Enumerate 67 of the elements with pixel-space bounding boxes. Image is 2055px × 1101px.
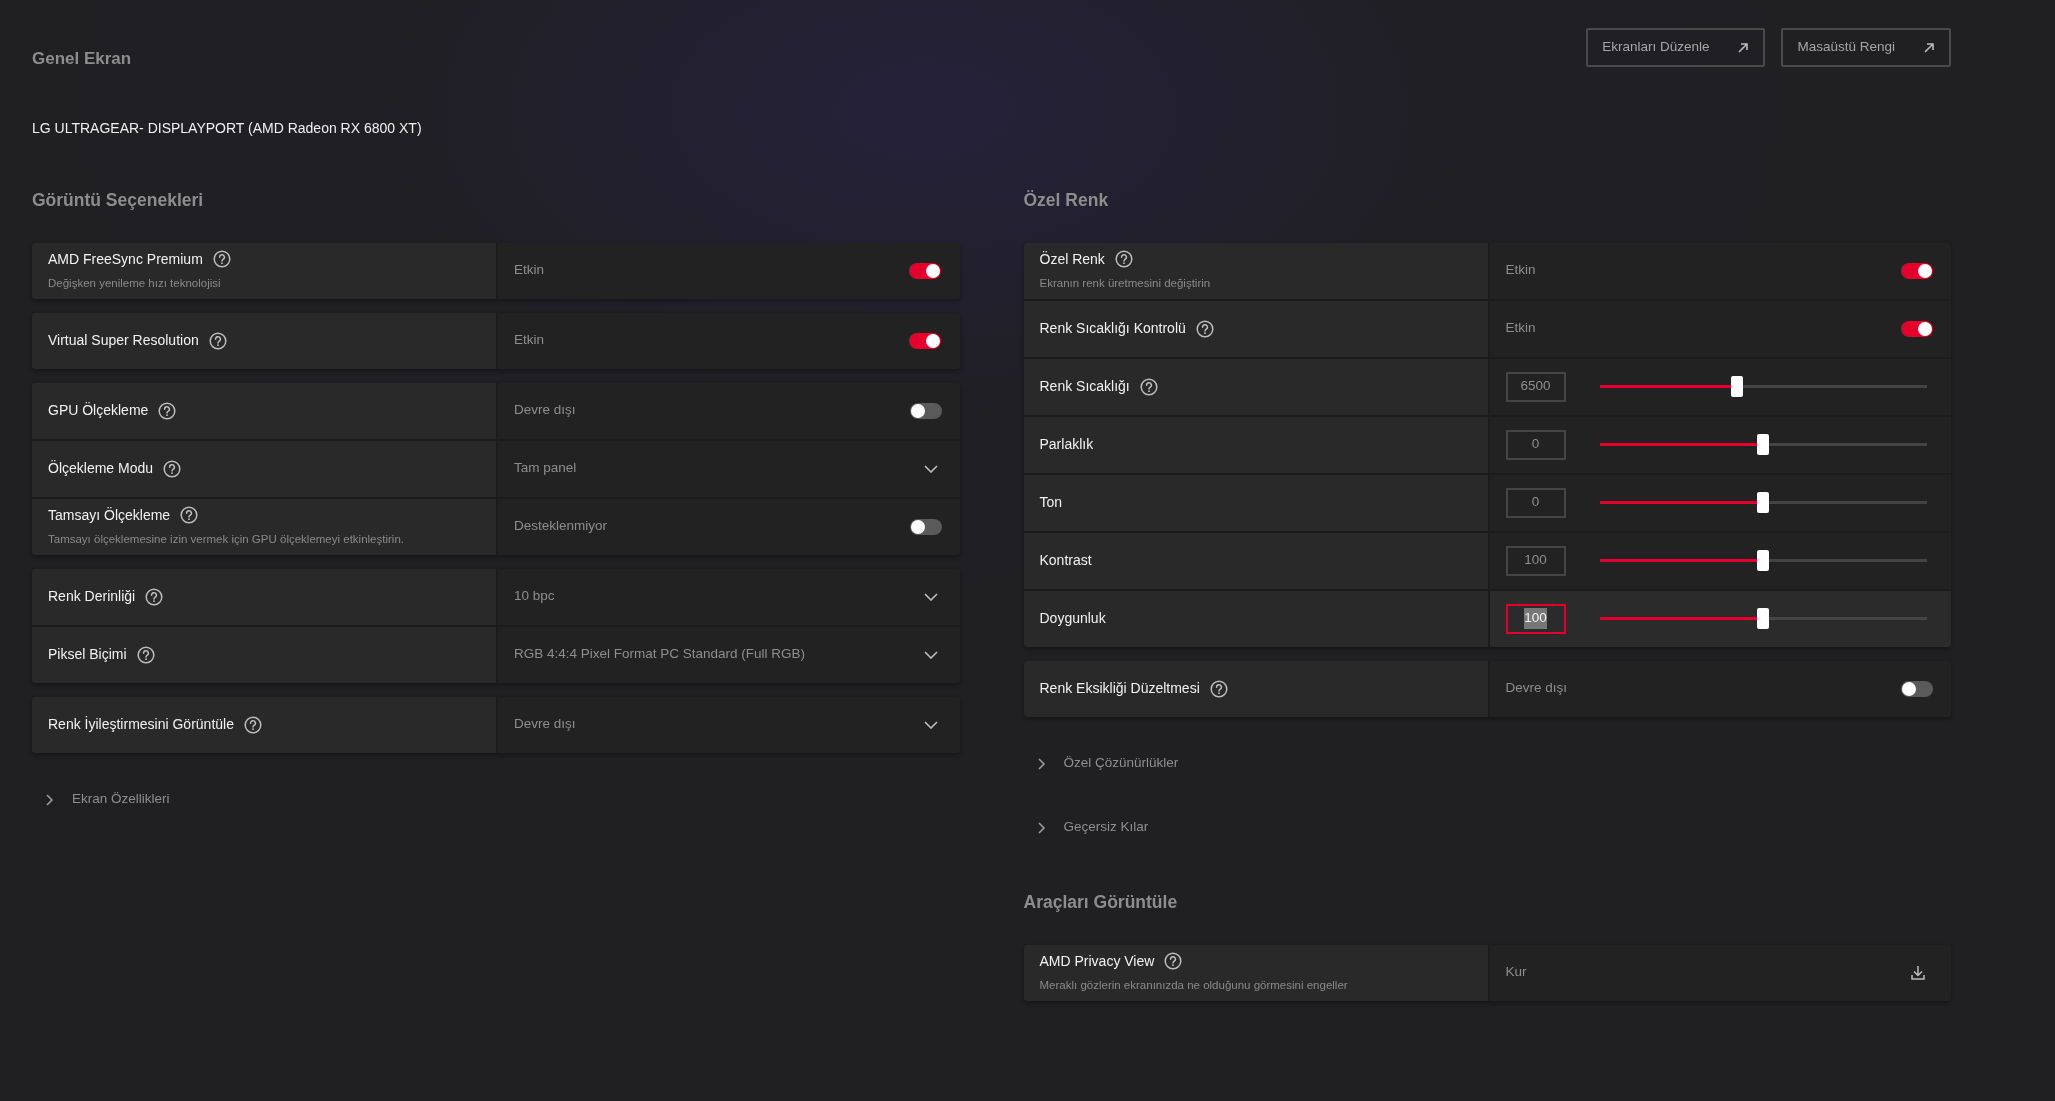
setting-label: Özel Renk (1039, 249, 1105, 269)
setting-label: Renk Sıcaklığı (1039, 377, 1130, 396)
setting-label: Doygunluk (1039, 609, 1106, 628)
external-link-button[interactable]: Masaüstü Rengi (1781, 28, 1951, 67)
setting-value: Devre dışı (514, 401, 576, 420)
slider-thumb[interactable] (1757, 608, 1770, 629)
chevron-down-icon (923, 650, 938, 659)
expander-toggle[interactable]: Geçersiz Kılar (1063, 817, 1149, 838)
setting-label: Renk Derinliği (48, 587, 136, 606)
setting-label: Ton (1039, 493, 1063, 512)
section-title: Araçları Görüntüle (1023, 890, 1179, 914)
toggle-switch[interactable] (909, 262, 942, 279)
setting-label: Virtual Super Resolution (48, 331, 199, 350)
setting-value: Devre dışı (1505, 679, 1568, 698)
toggle-switch[interactable] (909, 332, 942, 349)
setting-label: Piksel Biçimi (48, 645, 127, 664)
setting-label: Renk Eksikliği Düzeltmesi (1039, 679, 1200, 698)
section-title: Özel Renk (1023, 188, 1110, 212)
setting-label: Ölçekleme Modu (48, 459, 154, 478)
setting-description: Değişken yenileme hızı teknolojisi (48, 275, 222, 291)
setting-label: AMD FreeSync Premium (48, 249, 203, 269)
number-field[interactable]: 100 (1505, 603, 1566, 634)
setting-label: Tamsayı Ölçekleme (48, 505, 171, 525)
number-field[interactable]: 100 (1505, 545, 1566, 576)
setting-value: Etkin (514, 261, 544, 280)
arrow-icon (1923, 41, 1935, 54)
number-field[interactable]: 0 (1505, 487, 1566, 518)
setting-label: Renk İyileştirmesini Görüntüle (48, 715, 234, 734)
slider-thumb[interactable] (1757, 550, 1770, 571)
page-title: Genel Ekran (32, 48, 132, 70)
setting-value: Devre dışı (514, 715, 576, 734)
setting-value: Etkin (1505, 319, 1536, 338)
slider-thumb[interactable] (1757, 492, 1770, 513)
setting-value: Desteklenmiyor (514, 517, 608, 536)
number-field[interactable]: 0 (1505, 429, 1566, 460)
expander-toggle[interactable]: Özel Çözünürlükler (1063, 753, 1179, 774)
setting-value: Etkin (1505, 261, 1536, 280)
chevron-down-icon (923, 720, 938, 729)
slider-thumb[interactable] (1731, 376, 1744, 397)
number-field[interactable]: 6500 (1505, 371, 1566, 402)
setting-value: Etkin (514, 331, 544, 350)
setting-label: Parlaklık (1039, 435, 1094, 454)
display-name: LG ULTRAGEAR- DISPLAYPORT (AMD Radeon RX 6800 XT) (32, 118, 423, 138)
arrow-icon (1737, 41, 1750, 54)
setting-value: Tam panel (514, 459, 577, 478)
setting-value: Kur (1505, 963, 1527, 982)
setting-description: Ekranın renk üretmesini değiştirin (1039, 275, 1212, 291)
toggle-switch[interactable] (909, 402, 942, 419)
toggle-switch[interactable] (1901, 680, 1933, 697)
setting-label: AMD Privacy View (1039, 951, 1155, 971)
setting-label: Renk Sıcaklığı Kontrolü (1039, 319, 1186, 338)
section-title: Görüntü Seçenekleri (32, 188, 205, 212)
external-link-button[interactable]: Ekranları Düzenle (1586, 28, 1766, 67)
toggle-switch[interactable] (909, 518, 942, 535)
expander-toggle[interactable]: Ekran Özellikleri (72, 789, 170, 810)
setting-value: RGB 4:4:4 Pixel Format PC Standard (Full RGB) (514, 645, 806, 664)
toggle-switch[interactable] (1901, 262, 1933, 279)
slider-thumb[interactable] (1757, 434, 1770, 455)
setting-description: Meraklı gözlerin ekranınızda ne olduğunu görmesini engeller (1039, 977, 1349, 993)
download-icon (1911, 965, 1925, 980)
chevron-down-icon (923, 592, 938, 601)
setting-label: GPU Ölçekleme (48, 401, 149, 420)
toggle-switch[interactable] (1901, 320, 1933, 337)
setting-value: 10 bpc (514, 587, 555, 606)
setting-description: Tamsayı ölçeklemesine izin vermek için GPU ölçeklemeyi etkinleştirin. (48, 531, 405, 547)
chevron-down-icon (923, 464, 938, 473)
setting-label: Kontrast (1039, 551, 1092, 570)
